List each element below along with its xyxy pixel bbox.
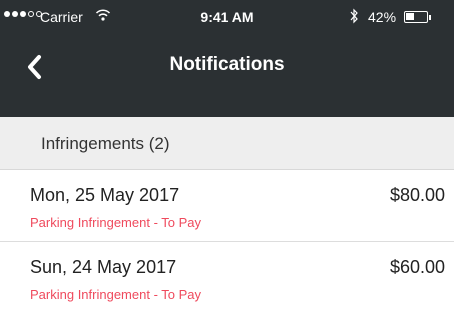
bluetooth-icon xyxy=(350,8,358,24)
battery-icon xyxy=(404,11,428,23)
battery-tip xyxy=(429,15,431,20)
item-amount: $80.00 xyxy=(389,185,445,205)
section-title: Infringements (2) xyxy=(41,134,170,153)
item-status: Parking Infringement - To Pay xyxy=(30,215,202,230)
list-item[interactable]: Sun, 24 May 2017 $60.00 Parking Infringe… xyxy=(0,242,454,314)
battery-fill xyxy=(406,13,414,20)
list-item[interactable]: Mon, 25 May 2017 $80.00 Parking Infringe… xyxy=(0,170,454,242)
status-bar: Carrier 9:41 AM 42% xyxy=(0,0,454,38)
top-bar: Carrier 9:41 AM 42% Notifications xyxy=(0,0,454,117)
item-date: Mon, 25 May 2017 xyxy=(30,185,180,205)
item-status: Parking Infringement - To Pay xyxy=(30,287,202,302)
page-title: Notifications xyxy=(169,54,285,75)
section-header: Infringements (2) xyxy=(0,117,454,170)
item-date: Sun, 24 May 2017 xyxy=(30,257,177,277)
battery-percentage: 42% xyxy=(368,9,397,25)
item-amount: $60.00 xyxy=(389,257,445,277)
